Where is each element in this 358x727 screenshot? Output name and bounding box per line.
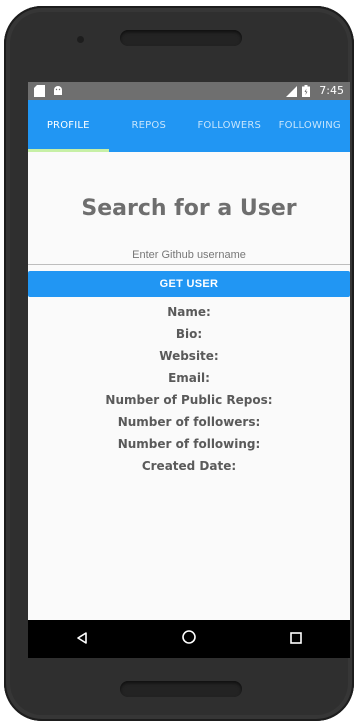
tab-bar: PROFILE REPOS FOLLOWERS FOLLOWING — [28, 100, 350, 152]
recents-button[interactable] — [274, 624, 318, 654]
name-label: Name: — [167, 305, 211, 319]
device-frame: 7:45 PROFILE REPOS FOLLOWERS FOLLOWING S… — [4, 6, 354, 721]
signal-icon — [285, 85, 298, 97]
page-title: Search for a User — [81, 196, 297, 221]
tab-followers[interactable]: FOLLOWERS — [189, 100, 270, 152]
profile-fields: Name: Bio: Website: Email: Number of Pub… — [28, 301, 350, 477]
top-speaker — [120, 30, 242, 46]
home-icon — [181, 629, 197, 649]
back-icon — [75, 630, 89, 649]
android-icon — [52, 85, 64, 97]
website-label: Website: — [159, 349, 219, 363]
public-repos-label: Number of Public Repos: — [105, 393, 273, 407]
username-input[interactable] — [28, 246, 350, 265]
bio-label: Bio: — [175, 327, 203, 341]
created-date-label: Created Date: — [141, 459, 237, 473]
tab-repos[interactable]: REPOS — [109, 100, 190, 152]
front-camera — [77, 36, 84, 43]
tab-followers-label: FOLLOWERS — [197, 120, 262, 131]
following-count-label: Number of following: — [117, 437, 261, 451]
status-bar: 7:45 — [28, 82, 350, 100]
home-button[interactable] — [167, 624, 211, 654]
followers-count-label: Number of followers: — [117, 415, 261, 429]
tab-following[interactable]: FOLLOWING — [270, 100, 351, 152]
tab-profile[interactable]: PROFILE — [28, 100, 109, 152]
screen: 7:45 PROFILE REPOS FOLLOWERS FOLLOWING S… — [28, 82, 350, 658]
back-button[interactable] — [60, 624, 104, 654]
get-user-button[interactable]: GET USER — [28, 271, 350, 297]
profile-page: Search for a User GET USER Name: Bio: We… — [28, 152, 350, 620]
sd-card-icon — [34, 85, 46, 97]
tab-profile-label: PROFILE — [46, 120, 90, 131]
battery-icon — [302, 85, 314, 97]
recents-icon — [289, 630, 303, 649]
system-nav-bar — [28, 620, 350, 658]
tab-repos-label: REPOS — [131, 120, 166, 131]
status-left — [34, 85, 64, 97]
email-label: Email: — [168, 371, 210, 385]
status-time: 7:45 — [319, 84, 344, 97]
tab-following-label: FOLLOWING — [278, 120, 341, 131]
status-right: 7:45 — [285, 84, 344, 98]
bottom-speaker — [120, 681, 242, 697]
